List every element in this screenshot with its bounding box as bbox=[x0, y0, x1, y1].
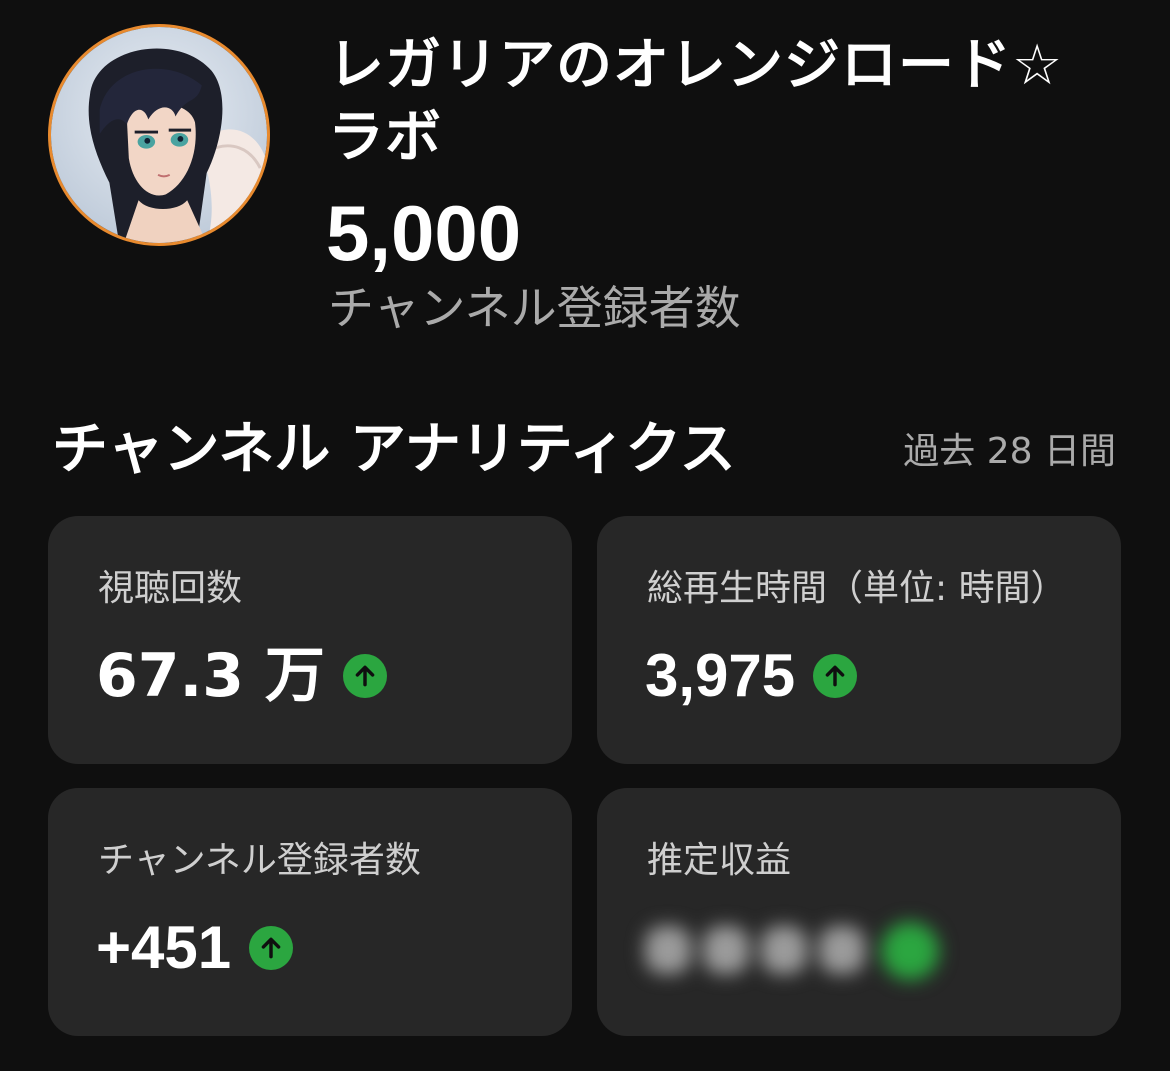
subscribers-value-row: +451 bbox=[96, 910, 294, 986]
subscriber-label: チャンネル登録者数 bbox=[328, 281, 741, 335]
views-label: 視聴回数 bbox=[98, 568, 243, 609]
channel-avatar[interactable] bbox=[48, 24, 270, 246]
revenue-label: 推定収益 bbox=[647, 840, 792, 881]
watch-time-label: 総再生時間（単位: 時間） bbox=[647, 568, 1067, 609]
views-value: 67.3 万 bbox=[96, 641, 325, 711]
watch-time-value: 3,975 bbox=[645, 642, 796, 709]
revenue-card[interactable]: 推定収益 bbox=[597, 788, 1121, 1036]
arrow-up-icon bbox=[342, 654, 387, 698]
period-label: 過去 28 日間 bbox=[903, 431, 1116, 472]
analytics-title[interactable]: チャンネル アナリティクス bbox=[52, 412, 736, 488]
views-card[interactable]: 視聴回数 67.3 万 bbox=[48, 516, 572, 764]
arrow-up-icon bbox=[813, 654, 858, 698]
channel-name: レガリアのオレンジロード☆ラボ bbox=[328, 33, 1064, 170]
views-value-row: 67.3 万 bbox=[96, 638, 387, 714]
avatar-image bbox=[51, 27, 267, 243]
arrow-up-icon bbox=[881, 922, 939, 980]
subscribers-value: +451 bbox=[96, 914, 232, 981]
revenue-value-blurred bbox=[645, 912, 945, 988]
arrow-up-icon bbox=[249, 926, 294, 970]
watch-time-value-row: 3,975 bbox=[645, 638, 858, 714]
watch-time-card[interactable]: 総再生時間（単位: 時間） 3,975 bbox=[597, 516, 1121, 764]
subscribers-card[interactable]: チャンネル登録者数 +451 bbox=[48, 788, 572, 1036]
subscriber-count: 5,000 bbox=[326, 189, 522, 277]
subscribers-card-label: チャンネル登録者数 bbox=[98, 840, 421, 881]
